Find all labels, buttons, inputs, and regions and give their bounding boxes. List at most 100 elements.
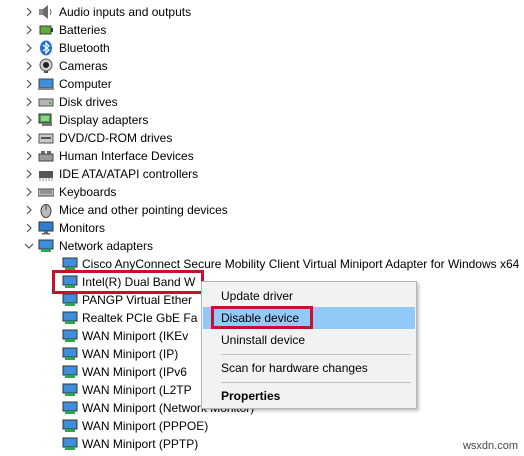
network-adapter-item-selected[interactable]: Intel(R) Dual Band W bbox=[62, 273, 195, 291]
network-adapter-icon bbox=[38, 238, 54, 254]
tree-item-label: Network adapters bbox=[59, 239, 154, 253]
tree-item-label: Human Interface Devices bbox=[59, 149, 194, 163]
tree-item-ide-controllers[interactable]: IDE ATA/ATAPI controllers bbox=[24, 165, 198, 183]
tree-item-label: WAN Miniport (IKEv bbox=[82, 329, 189, 343]
menu-item-disable-device[interactable]: Disable device bbox=[203, 307, 415, 329]
network-adapter-icon bbox=[62, 418, 78, 434]
chevron-right-icon[interactable] bbox=[24, 75, 34, 93]
tree-item-label: Cameras bbox=[59, 59, 108, 73]
chevron-right-icon[interactable] bbox=[24, 165, 34, 183]
tree-item-display-adapters[interactable]: Display adapters bbox=[24, 111, 148, 129]
menu-separator bbox=[221, 382, 411, 383]
ide-controller-icon bbox=[38, 166, 54, 182]
chevron-right-icon[interactable] bbox=[24, 39, 34, 57]
keyboard-icon bbox=[38, 184, 54, 200]
tree-item-label: Bluetooth bbox=[59, 41, 110, 55]
menu-item-label: Uninstall device bbox=[221, 333, 306, 347]
mouse-icon bbox=[38, 202, 54, 218]
tree-item-label: Computer bbox=[59, 77, 112, 91]
menu-item-label: Disable device bbox=[221, 311, 300, 325]
tree-item-label: Audio inputs and outputs bbox=[59, 5, 192, 19]
tree-item-label: DVD/CD-ROM drives bbox=[59, 131, 173, 145]
network-adapter-item[interactable]: WAN Miniport (IPv6 bbox=[62, 363, 187, 381]
menu-item-update-driver[interactable]: Update driver bbox=[203, 285, 415, 307]
tree-item-audio-inputs[interactable]: Audio inputs and outputs bbox=[24, 3, 191, 21]
network-adapter-icon bbox=[62, 364, 78, 380]
network-adapter-icon bbox=[62, 256, 78, 272]
tree-item-label: Display adapters bbox=[59, 113, 149, 127]
tree-item-bluetooth[interactable]: Bluetooth bbox=[24, 39, 110, 57]
tree-item-label: Disk drives bbox=[59, 95, 118, 109]
tree-item-label: WAN Miniport (PPPOE) bbox=[82, 419, 209, 433]
chevron-right-icon[interactable] bbox=[24, 111, 34, 129]
bluetooth-icon bbox=[38, 40, 54, 56]
dvd-drive-icon bbox=[38, 130, 54, 146]
monitor-icon bbox=[38, 220, 54, 236]
tree-item-cameras[interactable]: Cameras bbox=[24, 57, 108, 75]
network-adapter-item[interactable]: WAN Miniport (PPPOE) bbox=[62, 417, 208, 435]
network-adapter-item[interactable]: Realtek PCIe GbE Fa bbox=[62, 309, 197, 327]
tree-item-label: WAN Miniport (L2TP bbox=[82, 383, 192, 397]
battery-icon bbox=[38, 22, 54, 38]
menu-item-scan-hardware[interactable]: Scan for hardware changes bbox=[203, 357, 415, 379]
chevron-right-icon[interactable] bbox=[24, 93, 34, 111]
network-adapter-item[interactable]: PANGP Virtual Ether bbox=[62, 291, 192, 309]
network-adapter-item[interactable]: WAN Miniport (L2TP bbox=[62, 381, 192, 399]
tree-item-label: Mice and other pointing devices bbox=[59, 203, 228, 217]
watermark: wsxdn.com bbox=[462, 440, 518, 452]
menu-separator bbox=[221, 354, 411, 355]
tree-item-label: PANGP Virtual Ether bbox=[82, 293, 193, 307]
speaker-icon bbox=[38, 4, 54, 20]
menu-item-uninstall-device[interactable]: Uninstall device bbox=[203, 329, 415, 351]
tree-item-computer[interactable]: Computer bbox=[24, 75, 112, 93]
chevron-right-icon[interactable] bbox=[24, 201, 34, 219]
menu-item-label: Update driver bbox=[221, 289, 294, 303]
chevron-right-icon[interactable] bbox=[24, 147, 34, 165]
chevron-right-icon[interactable] bbox=[24, 129, 34, 147]
tree-item-label: Cisco AnyConnect Secure Mobility Client … bbox=[82, 257, 520, 271]
tree-item-label: Intel(R) Dual Band W bbox=[82, 275, 196, 289]
chevron-right-icon[interactable] bbox=[24, 21, 34, 39]
chevron-right-icon[interactable] bbox=[24, 219, 34, 237]
tree-item-label: Keyboards bbox=[59, 185, 117, 199]
network-adapter-item[interactable]: WAN Miniport (IKEv bbox=[62, 327, 188, 345]
tree-item-network-adapters[interactable]: Network adapters bbox=[24, 237, 153, 255]
tree-item-monitors[interactable]: Monitors bbox=[24, 219, 105, 237]
network-adapter-icon bbox=[62, 436, 78, 452]
tree-item-label: Realtek PCIe GbE Fa bbox=[82, 311, 198, 325]
network-adapter-icon bbox=[62, 274, 78, 290]
tree-item-label: Batteries bbox=[59, 23, 107, 37]
menu-item-label: Scan for hardware changes bbox=[221, 361, 368, 375]
chevron-right-icon[interactable] bbox=[24, 183, 34, 201]
network-adapter-icon bbox=[62, 292, 78, 308]
tree-item-label: IDE ATA/ATAPI controllers bbox=[59, 167, 199, 181]
menu-item-label: Properties bbox=[221, 389, 281, 403]
tree-item-disk-drives[interactable]: Disk drives bbox=[24, 93, 118, 111]
tree-item-mice[interactable]: Mice and other pointing devices bbox=[24, 201, 228, 219]
network-adapter-icon bbox=[62, 310, 78, 326]
network-adapter-icon bbox=[62, 328, 78, 344]
network-adapter-icon bbox=[62, 382, 78, 398]
network-adapter-item[interactable]: WAN Miniport (PPTP) bbox=[62, 435, 198, 453]
chevron-right-icon[interactable] bbox=[24, 57, 34, 75]
chevron-down-icon[interactable] bbox=[24, 237, 34, 255]
network-adapter-item[interactable]: Cisco AnyConnect Secure Mobility Client … bbox=[62, 255, 519, 273]
disk-drive-icon bbox=[38, 94, 54, 110]
hid-icon bbox=[38, 148, 54, 164]
network-adapter-icon bbox=[62, 400, 78, 416]
computer-icon bbox=[38, 76, 54, 92]
tree-item-label: WAN Miniport (IPv6 bbox=[82, 365, 187, 379]
chevron-right-icon[interactable] bbox=[24, 3, 34, 21]
network-adapter-item[interactable]: WAN Miniport (IP) bbox=[62, 345, 178, 363]
display-adapter-icon bbox=[38, 112, 54, 128]
network-adapter-icon bbox=[62, 346, 78, 362]
tree-item-label: WAN Miniport (IP) bbox=[82, 347, 179, 361]
tree-item-keyboards[interactable]: Keyboards bbox=[24, 183, 116, 201]
tree-item-label: Monitors bbox=[59, 221, 106, 235]
tree-item-hid[interactable]: Human Interface Devices bbox=[24, 147, 194, 165]
tree-item-batteries[interactable]: Batteries bbox=[24, 21, 106, 39]
tree-item-dvd-drives[interactable]: DVD/CD-ROM drives bbox=[24, 129, 172, 147]
context-menu: Update driver Disable device Uninstall d… bbox=[201, 281, 417, 409]
menu-item-properties[interactable]: Properties bbox=[203, 385, 415, 407]
camera-icon bbox=[38, 58, 54, 74]
